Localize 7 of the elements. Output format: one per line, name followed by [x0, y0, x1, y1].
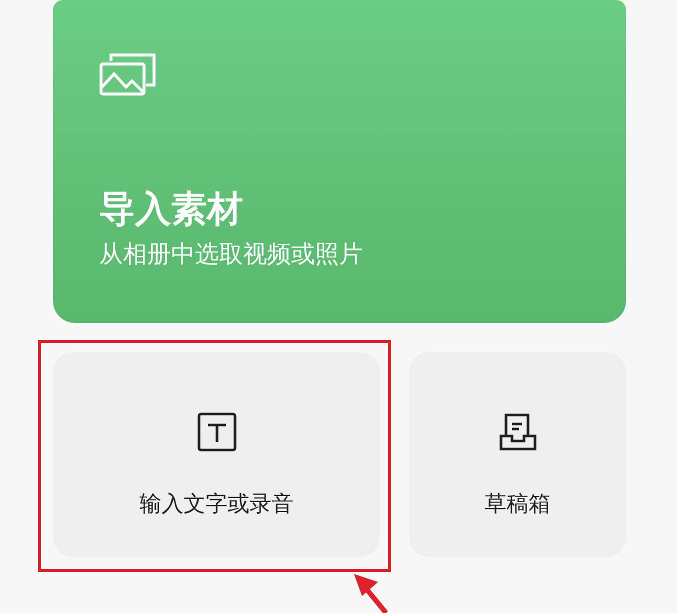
pictures-icon [99, 52, 157, 96]
action-card[interactable]: 输入文字或录音 [53, 352, 380, 557]
tray-icon [498, 412, 538, 452]
text-icon [196, 412, 236, 452]
card-title: 导入素材 [99, 188, 244, 232]
action-card[interactable]: 草稿箱 [409, 352, 626, 557]
card-subtitle: 从相册中选取视频或照片 [99, 239, 364, 270]
